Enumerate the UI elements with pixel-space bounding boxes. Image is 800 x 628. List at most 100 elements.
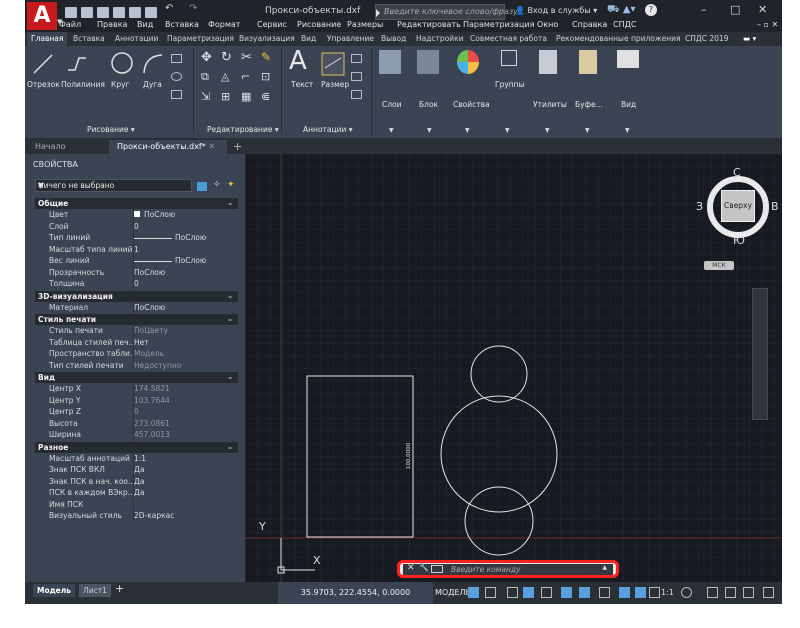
property-value[interactable]: Модель bbox=[134, 348, 164, 360]
property-section[interactable]: Вид – bbox=[35, 372, 238, 383]
chevron-down-icon[interactable]: ▼ bbox=[585, 127, 590, 134]
menu-draw[interactable]: Рисование bbox=[297, 20, 341, 29]
groups-icon[interactable] bbox=[501, 50, 517, 66]
tab-view[interactable]: Вид bbox=[301, 34, 316, 43]
workspace-gear-icon[interactable] bbox=[681, 587, 692, 598]
menu-window[interactable]: Окно bbox=[537, 20, 558, 29]
command-input[interactable] bbox=[451, 564, 591, 575]
menu-view[interactable]: Вид bbox=[137, 20, 153, 29]
isodraft-icon[interactable] bbox=[541, 587, 552, 598]
property-row[interactable]: Высота 273.0861 bbox=[35, 417, 238, 429]
collapse-icon[interactable]: – bbox=[228, 372, 232, 383]
line-tool-label[interactable]: Отрезок bbox=[27, 80, 60, 89]
ortho-toggle-icon[interactable] bbox=[507, 587, 518, 598]
chevron-down-icon[interactable]: ▼ bbox=[427, 127, 432, 134]
property-value[interactable]: 0 bbox=[134, 278, 139, 290]
property-row[interactable]: Цвет ПоСлою bbox=[35, 209, 238, 221]
menu-help[interactable]: Справка bbox=[572, 20, 607, 29]
exchange-apps-icon[interactable]: ⛟ ▲▾ bbox=[607, 4, 635, 17]
stretch-icon[interactable]: ⇲ bbox=[201, 90, 210, 103]
property-row[interactable]: ПСК в каждом ВЭкр... Да bbox=[35, 487, 238, 499]
chevron-down-icon[interactable]: ▼ bbox=[38, 181, 189, 190]
fillet-icon[interactable]: ⌐ bbox=[241, 70, 250, 83]
collapse-icon[interactable]: – bbox=[228, 442, 232, 453]
tab-spds-2019[interactable]: СПДС 2019 bbox=[685, 34, 728, 43]
trim-icon[interactable]: ✂ bbox=[241, 50, 252, 65]
viewcube-east[interactable]: В bbox=[771, 200, 779, 213]
property-value[interactable]: 1 bbox=[134, 244, 139, 256]
menu-tools[interactable]: Сервис bbox=[257, 20, 287, 29]
dimension-tool-icon[interactable] bbox=[321, 52, 345, 76]
property-value[interactable]: Да bbox=[134, 464, 144, 476]
drawing-canvas[interactable]: 100,0000 Y X С Ю З В Сверху МСК ✕ 🔧 ▲ bbox=[245, 154, 782, 582]
clipboard-label[interactable]: Буфе... bbox=[575, 100, 603, 109]
property-value[interactable]: 2D-каркас bbox=[134, 510, 174, 522]
coordinates-readout[interactable]: 35.9703, 222.4554, 0.0000 bbox=[278, 582, 433, 604]
move-icon[interactable]: ✥ bbox=[201, 50, 212, 65]
chevron-down-icon[interactable]: ▼ bbox=[389, 127, 394, 134]
group-annotation[interactable]: Аннотации ▾ bbox=[303, 125, 353, 134]
add-layout-button[interactable]: + bbox=[115, 582, 124, 595]
viewcube-top-face[interactable]: Сверху bbox=[721, 190, 755, 222]
property-section[interactable]: Разное – bbox=[35, 441, 238, 453]
menu-insert[interactable]: Вставка bbox=[165, 20, 199, 29]
navigation-bar[interactable] bbox=[752, 288, 768, 420]
help-icon[interactable]: ? bbox=[645, 4, 657, 16]
property-value[interactable]: ПоСлою bbox=[134, 209, 175, 221]
property-row[interactable]: Центр Z 0 bbox=[35, 406, 238, 418]
property-row[interactable]: Тип линий ПоСлою bbox=[35, 232, 238, 244]
layers-icon[interactable] bbox=[379, 50, 401, 74]
circle-tool-label[interactable]: Круг bbox=[111, 80, 129, 89]
collapse-icon[interactable]: – bbox=[228, 314, 232, 325]
quick-select-icon[interactable]: ✦ bbox=[227, 180, 237, 190]
property-value[interactable]: Нет bbox=[134, 337, 149, 349]
property-value[interactable]: ПоСлою bbox=[134, 255, 206, 267]
minimize-button[interactable]: – bbox=[701, 3, 707, 16]
copy-icon[interactable]: ⧉ bbox=[201, 70, 209, 84]
scale-icon[interactable]: ⊞ bbox=[221, 90, 230, 103]
property-row[interactable]: Вес линий ПоСлою bbox=[35, 255, 238, 267]
hardware-acceleration-icon[interactable] bbox=[725, 587, 736, 598]
tab-insert[interactable]: Вставка bbox=[73, 34, 105, 43]
tab-start[interactable]: Начало bbox=[27, 140, 107, 154]
text-tool-icon[interactable]: A bbox=[289, 46, 307, 76]
property-value[interactable]: 457.0013 bbox=[134, 429, 170, 441]
clipboard-icon[interactable] bbox=[579, 50, 597, 74]
line-tool-icon[interactable] bbox=[31, 52, 55, 76]
rectangle-tool-icon[interactable] bbox=[171, 54, 182, 63]
property-row[interactable]: Толщина 0 bbox=[35, 278, 238, 290]
chevron-down-icon[interactable]: ▼ bbox=[545, 127, 550, 134]
ellipse-tool-icon[interactable] bbox=[171, 72, 182, 81]
groups-label[interactable]: Группы bbox=[495, 80, 525, 89]
explode-icon[interactable]: ⊡ bbox=[261, 70, 270, 83]
close-icon[interactable]: ✕ bbox=[407, 563, 415, 573]
property-row[interactable]: Масштаб аннотаций 1:1 bbox=[35, 452, 238, 464]
hatch-tool-icon[interactable] bbox=[171, 90, 182, 99]
auto-scale-icon[interactable] bbox=[635, 587, 646, 598]
property-value[interactable]: ПоСлою bbox=[134, 302, 165, 314]
property-row[interactable]: Прозрачность ПоСлою bbox=[35, 266, 238, 278]
expand-icon[interactable] bbox=[376, 9, 380, 17]
arc-tool-icon[interactable] bbox=[141, 52, 165, 76]
redo-icon[interactable]: ↷ bbox=[189, 3, 205, 14]
menu-dimension[interactable]: Размеры bbox=[347, 20, 383, 29]
arc-tool-label[interactable]: Дуга bbox=[143, 80, 162, 89]
model-space-toggle[interactable]: МОДЕЛЬ bbox=[435, 588, 471, 597]
collapse-icon[interactable]: – bbox=[228, 198, 232, 209]
block-label[interactable]: Блок bbox=[419, 100, 438, 109]
snap-toggle-icon[interactable] bbox=[485, 587, 496, 598]
property-row[interactable]: Материал ПоСлою bbox=[35, 301, 238, 314]
table-tool-icon[interactable] bbox=[351, 90, 362, 99]
clean-screen-icon[interactable] bbox=[743, 587, 754, 598]
mirror-icon[interactable]: ◬ bbox=[221, 70, 229, 83]
selection-dropdown[interactable]: Ничего не выбрано ▼ bbox=[35, 179, 192, 192]
view-icon[interactable] bbox=[617, 50, 639, 68]
property-row[interactable]: Знак ПСК в нач. коо... Да bbox=[35, 475, 238, 487]
property-value[interactable]: 174.5821 bbox=[134, 383, 170, 395]
viewcube-west[interactable]: З bbox=[696, 200, 703, 213]
chevron-down-icon[interactable]: ▼ bbox=[625, 127, 630, 134]
property-row[interactable]: Таблица стилей печ... Нет bbox=[35, 336, 238, 349]
chevron-down-icon[interactable]: ▼ bbox=[465, 127, 470, 134]
recent-commands-icon[interactable] bbox=[431, 565, 443, 573]
tab-manage[interactable]: Управление bbox=[327, 34, 374, 43]
